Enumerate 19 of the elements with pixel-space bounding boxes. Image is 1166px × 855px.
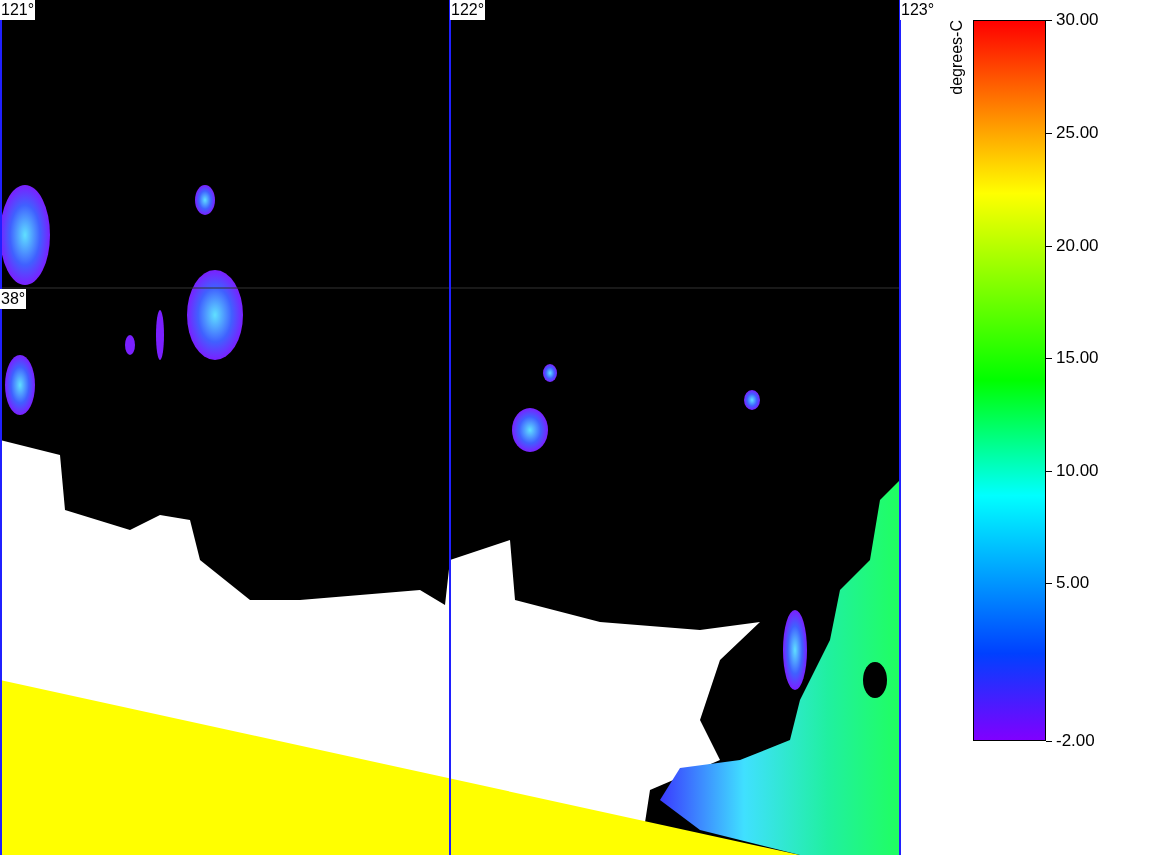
tick-mark: [1046, 246, 1052, 247]
colorbar-title: degrees-C: [947, 20, 966, 95]
tick-label: 15.00: [1056, 348, 1099, 368]
latitude-label: 38°: [0, 289, 27, 309]
longitude-label: 122°: [450, 0, 486, 20]
tick-mark: [1046, 471, 1052, 472]
longitude-label: 121°: [0, 0, 36, 20]
tick-label: 5.00: [1056, 573, 1090, 593]
tick-label: 20.00: [1056, 236, 1099, 256]
tick-mark: [1046, 358, 1052, 359]
tick-label: 25.00: [1056, 123, 1099, 143]
tick-label: -2.00: [1056, 731, 1095, 751]
tick-mark: [1046, 20, 1052, 21]
tick-mark: [1046, 741, 1052, 742]
tick-label: 10.00: [1056, 461, 1099, 481]
longitude-label: 123°: [900, 0, 936, 20]
tick-mark: [1046, 133, 1052, 134]
tick-mark: [1046, 583, 1052, 584]
tick-label: 30.00: [1056, 10, 1099, 30]
